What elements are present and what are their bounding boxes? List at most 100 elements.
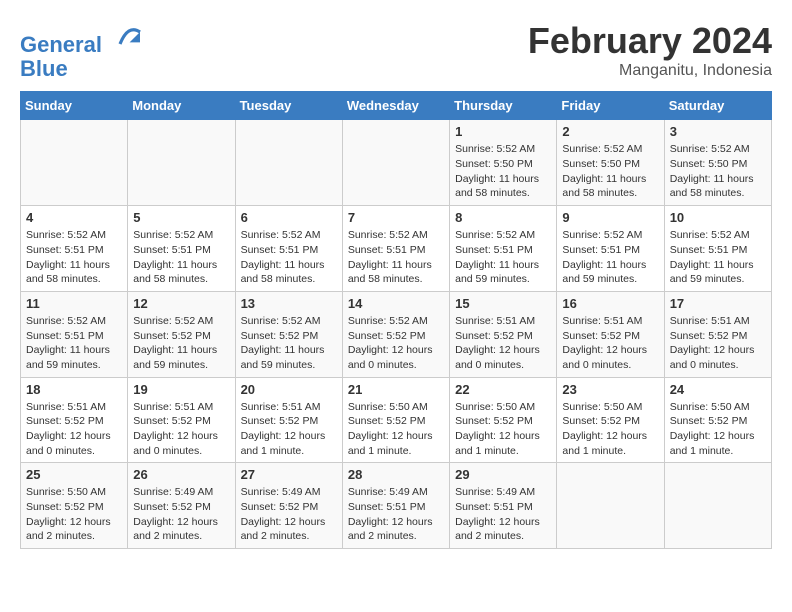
day-info: Sunrise: 5:52 AMSunset: 5:51 PMDaylight:…: [26, 314, 122, 373]
calendar-cell: 2Sunrise: 5:52 AMSunset: 5:50 PMDaylight…: [557, 120, 664, 206]
col-header-saturday: Saturday: [664, 92, 771, 120]
calendar-cell: 28 Sunrise: 5:49 AMSunset: 5:51 PMDayligh…: [342, 463, 449, 549]
day-info: Sunrise: 5:52 AMSunset: 5:52 PMDaylight:…: [241, 314, 337, 373]
day-info: Sunrise: 5:52 AMSunset: 5:51 PMDaylight:…: [670, 228, 766, 287]
calendar-cell: [128, 120, 235, 206]
calendar-cell: 14 Sunrise: 5:52 AMSunset: 5:52 PMDayligh…: [342, 291, 449, 377]
day-number: 20: [241, 382, 337, 397]
calendar-cell: 21 Sunrise: 5:50 AMSunset: 5:52 PMDayligh…: [342, 377, 449, 463]
calendar-cell: 5Sunrise: 5:52 AMSunset: 5:51 PMDaylight…: [128, 206, 235, 292]
day-number: 24: [670, 382, 766, 397]
day-info: Sunrise: 5:52 AMSunset: 5:50 PMDaylight:…: [562, 142, 658, 201]
day-info: Sunrise: 5:49 AMSunset: 5:51 PMDaylight:…: [455, 485, 551, 544]
day-info: Sunrise: 5:51 AMSunset: 5:52 PMDaylight:…: [133, 400, 229, 459]
day-number: 3: [670, 124, 766, 139]
calendar-cell: 27 Sunrise: 5:49 AMSunset: 5:52 PMDayligh…: [235, 463, 342, 549]
day-number: 6: [241, 210, 337, 225]
day-info: Sunrise: 5:52 AMSunset: 5:51 PMDaylight:…: [348, 228, 444, 287]
calendar-cell: 16 Sunrise: 5:51 AMSunset: 5:52 PMDayligh…: [557, 291, 664, 377]
day-number: 4: [26, 210, 122, 225]
day-info: Sunrise: 5:52 AMSunset: 5:50 PMDaylight:…: [455, 142, 551, 201]
day-info: Sunrise: 5:50 AMSunset: 5:52 PMDaylight:…: [670, 400, 766, 459]
day-number: 17: [670, 296, 766, 311]
day-info: Sunrise: 5:51 AMSunset: 5:52 PMDaylight:…: [26, 400, 122, 459]
calendar-cell: 25Sunrise: 5:50 AMSunset: 5:52 PMDayligh…: [21, 463, 128, 549]
calendar-cell: 10Sunrise: 5:52 AMSunset: 5:51 PMDayligh…: [664, 206, 771, 292]
calendar-cell: 11 Sunrise: 5:52 AMSunset: 5:51 PMDayligh…: [21, 291, 128, 377]
week-row-4: 18 Sunrise: 5:51 AMSunset: 5:52 PMDayligh…: [21, 377, 772, 463]
day-number: 29: [455, 467, 551, 482]
day-number: 15: [455, 296, 551, 311]
day-number: 12: [133, 296, 229, 311]
day-number: 23: [562, 382, 658, 397]
col-header-friday: Friday: [557, 92, 664, 120]
day-info: Sunrise: 5:52 AMSunset: 5:51 PMDaylight:…: [133, 228, 229, 287]
calendar-cell: 22Sunrise: 5:50 AMSunset: 5:52 PMDayligh…: [450, 377, 557, 463]
day-info: Sunrise: 5:51 AMSunset: 5:52 PMDaylight:…: [670, 314, 766, 373]
week-row-1: 1 Sunrise: 5:52 AMSunset: 5:50 PMDaylight…: [21, 120, 772, 206]
day-number: 1: [455, 124, 551, 139]
day-number: 16: [562, 296, 658, 311]
day-number: 21: [348, 382, 444, 397]
day-number: 7: [348, 210, 444, 225]
col-header-thursday: Thursday: [450, 92, 557, 120]
calendar-cell: 26 Sunrise: 5:49 AMSunset: 5:52 PMDayligh…: [128, 463, 235, 549]
day-info: Sunrise: 5:51 AMSunset: 5:52 PMDaylight:…: [241, 400, 337, 459]
col-header-wednesday: Wednesday: [342, 92, 449, 120]
week-row-2: 4 Sunrise: 5:52 AMSunset: 5:51 PMDaylight…: [21, 206, 772, 292]
calendar-cell: [664, 463, 771, 549]
day-info: Sunrise: 5:50 AMSunset: 5:52 PMDaylight:…: [455, 400, 551, 459]
location: Manganitu, Indonesia: [528, 62, 772, 80]
day-info: Sunrise: 5:50 AMSunset: 5:52 PMDaylight:…: [348, 400, 444, 459]
page-header: General Blue February 2024 Manganitu, In…: [20, 20, 772, 81]
calendar-cell: 13 Sunrise: 5:52 AMSunset: 5:52 PMDayligh…: [235, 291, 342, 377]
calendar-cell: 4 Sunrise: 5:52 AMSunset: 5:51 PMDaylight…: [21, 206, 128, 292]
calendar-cell: 15 Sunrise: 5:51 AMSunset: 5:52 PMDayligh…: [450, 291, 557, 377]
calendar-cell: 1 Sunrise: 5:52 AMSunset: 5:50 PMDaylight…: [450, 120, 557, 206]
logo: General Blue: [20, 20, 144, 81]
calendar-header-row: SundayMondayTuesdayWednesdayThursdayFrid…: [21, 92, 772, 120]
day-info: Sunrise: 5:52 AMSunset: 5:50 PMDaylight:…: [670, 142, 766, 201]
month-year: February 2024: [528, 20, 772, 62]
calendar-cell: 6Sunrise: 5:52 AMSunset: 5:51 PMDaylight…: [235, 206, 342, 292]
calendar-cell: 9 Sunrise: 5:52 AMSunset: 5:51 PMDaylight…: [557, 206, 664, 292]
day-number: 14: [348, 296, 444, 311]
day-number: 18: [26, 382, 122, 397]
col-header-monday: Monday: [128, 92, 235, 120]
logo-general: General: [20, 32, 102, 57]
day-number: 26: [133, 467, 229, 482]
week-row-5: 25Sunrise: 5:50 AMSunset: 5:52 PMDayligh…: [21, 463, 772, 549]
col-header-tuesday: Tuesday: [235, 92, 342, 120]
logo-icon: [112, 20, 144, 52]
day-info: Sunrise: 5:50 AMSunset: 5:52 PMDaylight:…: [562, 400, 658, 459]
day-info: Sunrise: 5:51 AMSunset: 5:52 PMDaylight:…: [562, 314, 658, 373]
day-number: 28: [348, 467, 444, 482]
day-info: Sunrise: 5:49 AMSunset: 5:51 PMDaylight:…: [348, 485, 444, 544]
calendar-cell: 29 Sunrise: 5:49 AMSunset: 5:51 PMDayligh…: [450, 463, 557, 549]
day-number: 13: [241, 296, 337, 311]
day-info: Sunrise: 5:49 AMSunset: 5:52 PMDaylight:…: [133, 485, 229, 544]
calendar-cell: 12 Sunrise: 5:52 AMSunset: 5:52 PMDayligh…: [128, 291, 235, 377]
day-info: Sunrise: 5:52 AMSunset: 5:52 PMDaylight:…: [133, 314, 229, 373]
day-info: Sunrise: 5:51 AMSunset: 5:52 PMDaylight:…: [455, 314, 551, 373]
title-block: February 2024 Manganitu, Indonesia: [528, 20, 772, 80]
col-header-sunday: Sunday: [21, 92, 128, 120]
day-number: 27: [241, 467, 337, 482]
day-info: Sunrise: 5:49 AMSunset: 5:52 PMDaylight:…: [241, 485, 337, 544]
calendar-cell: 18 Sunrise: 5:51 AMSunset: 5:52 PMDayligh…: [21, 377, 128, 463]
day-info: Sunrise: 5:52 AMSunset: 5:51 PMDaylight:…: [455, 228, 551, 287]
calendar-cell: 8 Sunrise: 5:52 AMSunset: 5:51 PMDaylight…: [450, 206, 557, 292]
day-info: Sunrise: 5:50 AMSunset: 5:52 PMDaylight:…: [26, 485, 122, 544]
day-info: Sunrise: 5:52 AMSunset: 5:51 PMDaylight:…: [26, 228, 122, 287]
day-number: 11: [26, 296, 122, 311]
calendar-cell: 19 Sunrise: 5:51 AMSunset: 5:52 PMDayligh…: [128, 377, 235, 463]
calendar-cell: [21, 120, 128, 206]
day-number: 19: [133, 382, 229, 397]
day-number: 9: [562, 210, 658, 225]
calendar-cell: 20 Sunrise: 5:51 AMSunset: 5:52 PMDayligh…: [235, 377, 342, 463]
calendar-cell: 23 Sunrise: 5:50 AMSunset: 5:52 PMDayligh…: [557, 377, 664, 463]
day-number: 8: [455, 210, 551, 225]
day-info: Sunrise: 5:52 AMSunset: 5:52 PMDaylight:…: [348, 314, 444, 373]
day-info: Sunrise: 5:52 AMSunset: 5:51 PMDaylight:…: [562, 228, 658, 287]
calendar-cell: 7 Sunrise: 5:52 AMSunset: 5:51 PMDaylight…: [342, 206, 449, 292]
